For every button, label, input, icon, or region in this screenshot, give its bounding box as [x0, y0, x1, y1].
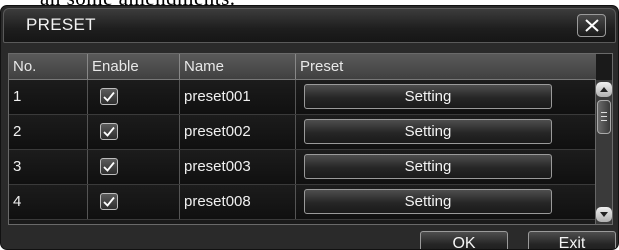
close-x-icon: [585, 19, 599, 32]
row-number: 3: [9, 150, 88, 184]
table-body: 1 preset001 Setting 2 preset002 Setting …: [9, 80, 596, 220]
scroll-up-button[interactable]: [596, 82, 612, 97]
enable-checkbox[interactable]: [100, 88, 118, 105]
preset-name: preset008: [180, 185, 296, 219]
table-row: 3 preset003 Setting: [9, 150, 596, 185]
row-number: 1: [9, 80, 88, 114]
table-row: 2 preset002 Setting: [9, 115, 596, 150]
close-button[interactable]: [577, 14, 606, 37]
scrollbar-thumb[interactable]: [597, 100, 611, 134]
preset-cell: Setting: [296, 115, 596, 149]
preset-cell: Setting: [296, 80, 596, 114]
enable-cell: [88, 185, 180, 219]
column-header-preset: Preset: [300, 58, 344, 75]
setting-button[interactable]: Setting: [304, 154, 552, 179]
setting-button[interactable]: Setting: [304, 84, 552, 109]
dialog-titlebar: PRESET: [3, 8, 616, 43]
column-header-name: Name: [180, 54, 296, 79]
chevron-down-icon: [600, 212, 608, 217]
table-row: 1 preset001 Setting: [9, 80, 596, 115]
table-header: No. Enable Name Preset: [9, 54, 596, 80]
grip-line: [601, 112, 607, 113]
enable-checkbox[interactable]: [100, 158, 118, 175]
checkmark-icon: [103, 196, 115, 207]
preset-name: preset001: [180, 80, 296, 114]
column-header-no: No.: [9, 54, 88, 79]
checkmark-icon: [103, 126, 115, 137]
preset-cell: Setting: [296, 185, 596, 219]
table-row: 4 preset008 Setting: [9, 185, 596, 220]
preset-name: preset002: [180, 115, 296, 149]
preset-cell: Setting: [296, 150, 596, 184]
enable-cell: [88, 150, 180, 184]
screenshot-stage: an some amendments. PRESET No. Enable Na…: [0, 0, 619, 250]
preset-dialog: PRESET No. Enable Name Preset 1 preset00…: [0, 5, 619, 250]
ok-button[interactable]: OK: [420, 231, 508, 249]
checkmark-icon: [103, 161, 115, 172]
preset-table: No. Enable Name Preset 1 preset001 Setti…: [8, 53, 613, 225]
column-header-enable: Enable: [88, 54, 180, 79]
enable-cell: [88, 80, 180, 114]
enable-checkbox[interactable]: [100, 123, 118, 140]
scroll-down-button[interactable]: [596, 207, 612, 222]
setting-button[interactable]: Setting: [304, 119, 552, 144]
setting-button[interactable]: Setting: [304, 189, 552, 214]
enable-cell: [88, 115, 180, 149]
vertical-scrollbar[interactable]: [595, 80, 612, 224]
row-number: 4: [9, 185, 88, 219]
grip-line: [601, 116, 607, 117]
grip-line: [601, 120, 607, 121]
dialog-title: PRESET: [26, 15, 96, 34]
row-number: 2: [9, 115, 88, 149]
checkmark-icon: [103, 91, 115, 102]
chevron-up-icon: [600, 87, 608, 92]
enable-checkbox[interactable]: [100, 193, 118, 210]
preset-name: preset003: [180, 150, 296, 184]
exit-button[interactable]: Exit: [528, 231, 616, 249]
